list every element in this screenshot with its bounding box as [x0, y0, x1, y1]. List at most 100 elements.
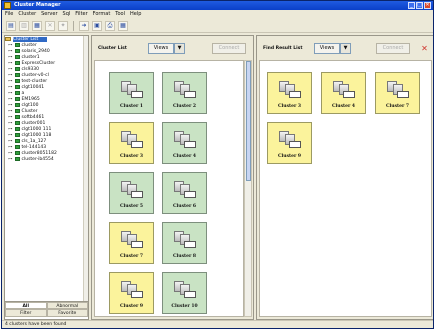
server-cluster-icon — [119, 281, 145, 301]
tree-item-label: Cluster — [21, 108, 38, 114]
cluster-card[interactable]: Cluster 6 — [162, 172, 207, 214]
menu-filter[interactable]: Filter — [75, 10, 87, 19]
cluster-card[interactable]: Cluster 10 — [162, 272, 207, 314]
expand-icon[interactable]: ⊶ — [8, 61, 13, 66]
add-icon[interactable]: ▦ — [32, 20, 42, 31]
cluster-list-panel: Cluster List Views ▼ Connect Cluster 1 Cl… — [91, 35, 254, 320]
result-views-button[interactable]: Views — [314, 43, 340, 54]
expand-icon[interactable]: ⊶ — [8, 103, 13, 108]
tree-item[interactable]: ⊶ cluster-ib4554 — [5, 156, 88, 162]
menu-help[interactable]: Help — [130, 10, 141, 19]
cluster-card[interactable]: Cluster 9 — [267, 122, 312, 164]
connect-button[interactable]: Connect — [212, 43, 246, 54]
expand-icon[interactable]: ⊶ — [8, 49, 13, 54]
cluster-card[interactable]: Cluster 3 — [267, 72, 312, 114]
expand-icon[interactable]: ⊶ — [8, 139, 13, 144]
menu-format[interactable]: Format — [93, 10, 111, 19]
find-result-label: Find Result List — [263, 46, 303, 51]
cluster-node-icon — [14, 97, 20, 101]
expand-icon[interactable]: ⊶ — [8, 79, 13, 84]
cluster-manager-window: Cluster Manager _ □ ✕ File Cluster Serve… — [1, 0, 434, 329]
maximize-icon[interactable]: □ — [416, 2, 423, 9]
expand-icon[interactable]: ⊶ — [8, 73, 13, 78]
disabled-icon[interactable]: ▥ — [19, 20, 29, 31]
result-views-dropdown-icon[interactable]: ▼ — [340, 43, 351, 54]
tab-all[interactable]: All — [5, 302, 47, 309]
cluster-card[interactable]: Cluster 4 — [162, 122, 207, 164]
menu-sql[interactable]: Sql — [63, 10, 71, 19]
grid-icon[interactable]: ▦ — [118, 20, 128, 31]
server-cluster-icon — [172, 81, 198, 101]
server-cluster-icon — [119, 231, 145, 251]
server-cluster-icon — [172, 181, 198, 201]
tree-scrollbar[interactable] — [83, 36, 88, 301]
expand-icon[interactable]: ⊶ — [8, 157, 13, 162]
cluster-card[interactable]: Cluster 1 — [109, 72, 154, 114]
cluster-card[interactable]: Cluster 7 — [375, 72, 420, 114]
cluster-name: Cluster 7 — [385, 104, 410, 109]
expand-icon[interactable]: ⊶ — [8, 121, 13, 126]
tree-item-label: clgt1000 111 — [21, 126, 52, 132]
expand-icon[interactable]: ⊶ — [8, 85, 13, 90]
expand-icon[interactable]: ⊶ — [8, 67, 13, 72]
print-icon[interactable]: ⎙ — [105, 20, 115, 31]
cluster-node-icon — [14, 127, 20, 131]
login-icon[interactable]: ➜ — [79, 20, 89, 31]
expand-icon[interactable]: ⊶ — [8, 133, 13, 138]
expand-icon[interactable]: ⊶ — [8, 91, 13, 96]
cluster-node-icon — [14, 91, 20, 95]
menu-cluster[interactable]: Cluster — [18, 10, 36, 19]
tab-filter[interactable]: Filter — [5, 309, 47, 317]
status-bar: 4 clusters have been found — [2, 320, 433, 328]
expand-icon[interactable]: ⊶ — [8, 55, 13, 60]
cluster-node-icon — [14, 145, 20, 149]
close-results-icon[interactable]: ✕ — [420, 44, 429, 53]
cluster-card[interactable]: Cluster 2 — [162, 72, 207, 114]
views-button[interactable]: Views — [148, 43, 174, 54]
cluster-card[interactable]: Cluster 8 — [162, 222, 207, 264]
cluster-node-icon — [14, 73, 20, 77]
expand-icon[interactable]: ⊶ — [8, 145, 13, 150]
add-disabled-icon[interactable]: ✕ — [45, 20, 55, 31]
tree-item-label: cluster001 — [21, 120, 46, 126]
folder-icon — [5, 37, 11, 41]
cluster-node-icon — [14, 151, 20, 155]
views-dropdown-icon[interactable]: ▼ — [174, 43, 185, 54]
cluster-tree-panel: Cluster List ⊶ cluster ⊶ solaris_2940 ⊶ cluste… — [4, 35, 89, 320]
expand-icon[interactable]: ⊶ — [8, 43, 13, 48]
expand-icon[interactable]: ⊶ — [8, 109, 13, 114]
cluster-list-header: Cluster List Views ▼ Connect — [92, 36, 253, 58]
minimize-icon[interactable]: _ — [408, 2, 415, 9]
expand-icon[interactable]: ⊶ — [8, 151, 13, 156]
scrollbar-thumb[interactable] — [246, 61, 251, 181]
close-icon[interactable]: ✕ — [424, 2, 431, 9]
cluster-node-icon — [14, 61, 20, 65]
cluster-name: Cluster 9 — [277, 154, 302, 159]
cluster-card[interactable]: Cluster 7 — [109, 222, 154, 264]
expand-icon[interactable]: ⊶ — [8, 115, 13, 120]
cluster-name: Cluster 1 — [119, 104, 144, 109]
result-connect-button[interactable]: Connect — [376, 43, 410, 54]
cluster-name: Cluster 7 — [119, 254, 144, 259]
menu-tool[interactable]: Tool — [115, 10, 125, 19]
cluster-card[interactable]: Cluster 5 — [109, 172, 154, 214]
open-icon[interactable]: ▤ — [6, 20, 16, 31]
toolbar-separator — [73, 20, 74, 31]
cluster-grid: Cluster 1 Cluster 2 Cluster 3 Cluster 4 Clus… — [94, 60, 244, 317]
cluster-list-scrollbar[interactable] — [244, 60, 252, 317]
expand-icon[interactable]: ⊶ — [8, 127, 13, 132]
star-icon[interactable]: ✦ — [58, 20, 68, 31]
expand-icon[interactable]: ⊶ — [8, 97, 13, 102]
tab-abnormal[interactable]: Abnormal — [46, 302, 88, 309]
cluster-card[interactable]: Cluster 9 — [109, 272, 154, 314]
toolbar: ▤ ▥ ▦ ✕ ✦ ➜ ▣ ⎙ ▦ — [2, 19, 433, 33]
cluster-icon[interactable]: ▣ — [92, 20, 102, 31]
cluster-card[interactable]: Cluster 3 — [109, 122, 154, 164]
menu-file[interactable]: File — [5, 10, 13, 19]
menu-bar: File Cluster Server Sql Filter Format To… — [2, 10, 433, 19]
cluster-node-icon — [14, 103, 20, 107]
menu-server[interactable]: Server — [41, 10, 57, 19]
tree-item-label: cluster-v0-cl — [21, 72, 49, 78]
tab-favorite[interactable]: Favorite — [46, 309, 88, 317]
cluster-card[interactable]: Cluster 4 — [321, 72, 366, 114]
